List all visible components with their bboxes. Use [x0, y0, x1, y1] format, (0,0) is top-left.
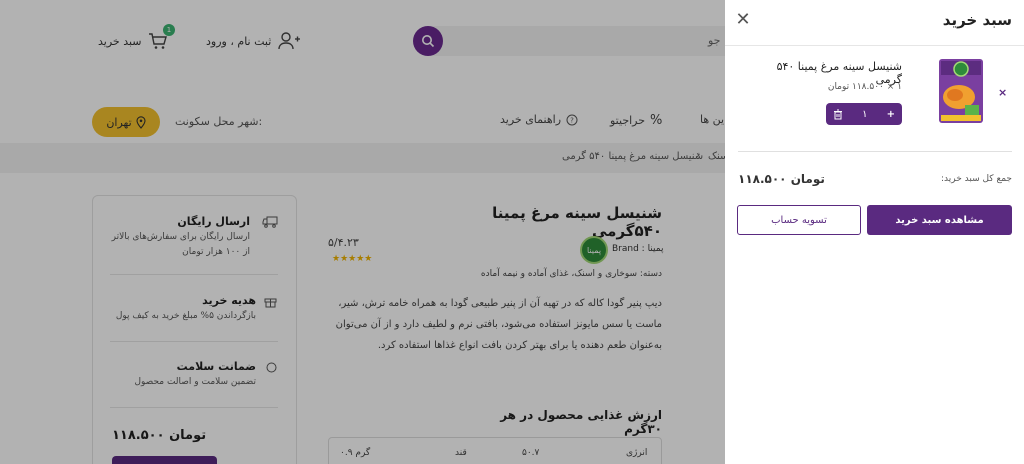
product-thumbnail[interactable]: [935, 57, 987, 125]
divider: [725, 45, 1024, 46]
divider: [738, 151, 1012, 152]
total-value: ۱۱۸.۵۰۰ تومان: [738, 172, 825, 186]
trash-icon[interactable]: [833, 109, 843, 120]
close-icon[interactable]: ✕: [734, 11, 752, 29]
modal-overlay[interactable]: [0, 0, 725, 464]
view-cart-label: مشاهده سبد خرید: [895, 214, 984, 226]
page: جو سبد خرید 1 ثبت نام ، ورود ین ها حراجی…: [0, 0, 1024, 464]
drawer-title: سبد خرید: [942, 11, 1012, 29]
increase-button[interactable]: +: [887, 109, 895, 120]
remove-item-button[interactable]: ×: [998, 86, 1007, 99]
quantity-value[interactable]: ۱: [862, 109, 867, 120]
view-cart-button[interactable]: مشاهده سبد خرید: [867, 205, 1012, 235]
quantity-stepper[interactable]: ۱ +: [826, 103, 902, 125]
checkout-button[interactable]: تسویه حساب: [737, 205, 861, 235]
checkout-label: تسویه حساب: [771, 214, 827, 226]
total-label: جمع کل سبد خرید:: [940, 174, 1012, 184]
cart-item-qty-price: ۱ × ۱۱۸.۵۰۰ تومان: [827, 82, 902, 92]
